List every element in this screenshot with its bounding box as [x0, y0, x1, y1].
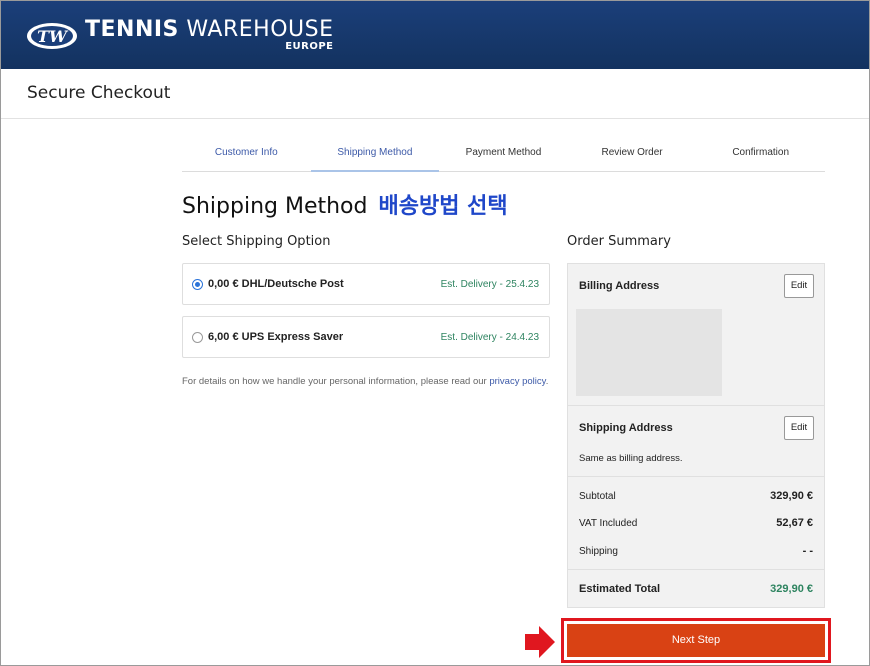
- step-confirmation: Confirmation: [732, 147, 790, 158]
- subtotal-label: Subtotal: [579, 491, 616, 502]
- privacy-end: .: [545, 376, 549, 387]
- brand-region: EUROPE: [285, 41, 334, 52]
- checkout-steps: Customer Info Shipping Method Payment Me…: [182, 133, 825, 172]
- brand-name-bold: TENNIS: [85, 17, 179, 42]
- divider: [568, 405, 824, 406]
- option-eta: Est. Delivery - 25.4.23: [440, 279, 539, 290]
- site-header: TW TENNIS WAREHOUSE EUROPE: [1, 1, 869, 69]
- step-review-order: Review Order: [601, 147, 663, 158]
- radio-ups[interactable]: [192, 332, 203, 343]
- billing-address-block: [576, 309, 722, 396]
- next-step-button[interactable]: Next Step: [567, 624, 825, 657]
- option-eta: Est. Delivery - 24.4.23: [440, 332, 539, 343]
- billing-address-label: Billing Address: [579, 280, 660, 292]
- divider: [568, 569, 824, 570]
- privacy-note: For details on how we handle your person…: [182, 376, 548, 387]
- divider: [568, 476, 824, 477]
- arrow-right-icon: [525, 626, 555, 658]
- shipping-section-title: Select Shipping Option: [182, 234, 331, 249]
- radio-dhl[interactable]: [192, 279, 203, 290]
- option-label: 0,00 € DHL/Deutsche Post: [208, 278, 344, 290]
- brand-logo[interactable]: TENNIS WAREHOUSE EUROPE: [85, 17, 334, 52]
- annotation-text: 배송방법 선택: [378, 194, 508, 219]
- edit-shipping-button[interactable]: Edit: [784, 416, 814, 440]
- shipping-address-label: Shipping Address: [579, 422, 673, 434]
- shipping-cost-label: Shipping: [579, 546, 618, 557]
- subtotal-value: 329,90 €: [770, 490, 813, 502]
- heading-text: Shipping Method: [182, 194, 368, 219]
- privacy-policy-link[interactable]: privacy policy: [489, 376, 545, 387]
- estimated-total-label: Estimated Total: [579, 583, 661, 595]
- shipping-address-note: Same as billing address.: [579, 453, 683, 464]
- shipping-option-dhl[interactable]: 0,00 € DHL/Deutsche Post Est. Delivery -…: [182, 263, 550, 305]
- estimated-total-value: 329,90 €: [770, 583, 813, 595]
- vat-label: VAT Included: [579, 518, 638, 529]
- next-step-highlight: Next Step: [561, 618, 831, 663]
- edit-billing-button[interactable]: Edit: [784, 274, 814, 298]
- shipping-cost-value: - -: [802, 545, 813, 557]
- tw-logo-icon[interactable]: TW: [26, 21, 78, 51]
- privacy-text: For details on how we handle your person…: [182, 376, 490, 387]
- vat-value: 52,67 €: [776, 517, 813, 529]
- checkout-bar: Secure Checkout: [1, 69, 869, 119]
- svg-text:TW: TW: [37, 27, 69, 46]
- order-summary-title: Order Summary: [567, 234, 671, 249]
- brand-name-light: WAREHOUSE: [178, 17, 334, 42]
- section-heading: Shipping Method 배송방법 선택: [182, 188, 508, 220]
- page-title: Secure Checkout: [27, 83, 171, 103]
- step-payment-method: Payment Method: [465, 147, 542, 158]
- order-summary-panel: Billing Address Edit Shipping Address Ed…: [567, 263, 825, 608]
- shipping-option-ups[interactable]: 6,00 € UPS Express Saver Est. Delivery -…: [182, 316, 550, 358]
- step-shipping-method[interactable]: Shipping Method: [310, 133, 440, 172]
- step-customer-info[interactable]: Customer Info: [182, 133, 311, 171]
- option-label: 6,00 € UPS Express Saver: [208, 331, 344, 343]
